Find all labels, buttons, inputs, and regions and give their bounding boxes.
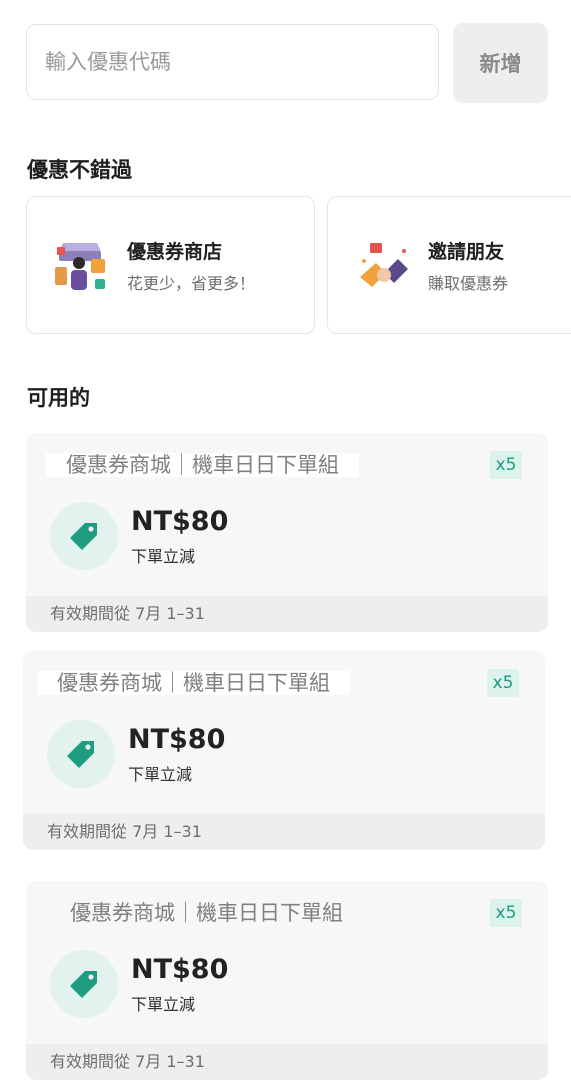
coupon-card[interactable]: 優惠券商城｜機車日日下單組 x5 NT$80 下單立減 有效期間從 7月 1–3… [23, 651, 545, 850]
coupon-card[interactable]: 優惠券商城｜機車日日下單組 x5 NT$80 下單立減 有效期間從 7月 1–3… [26, 433, 548, 632]
promo-code-input[interactable] [26, 24, 439, 100]
promo-card-subtitle: 花更少，省更多！ [127, 274, 256, 293]
promo-card-invite-friends[interactable]: 邀請朋友 賺取優惠券 [327, 196, 571, 334]
coupon-validity: 有效期間從 7月 1–31 [26, 596, 548, 632]
promo-card-title: 優惠券商店 [127, 241, 223, 263]
coupon-description: 下單立減 [128, 765, 193, 784]
coupon-title: 優惠券商城｜機車日日下單組 [37, 671, 350, 695]
price-tag-icon [70, 971, 97, 998]
coupon-card[interactable]: 優惠券商城｜機車日日下單組 x5 NT$80 下單立減 有效期間從 7月 1–3… [26, 881, 548, 1080]
promo-card-subtitle: 賺取優惠券 [428, 274, 509, 293]
quantity-badge: x5 [487, 669, 519, 697]
coupon-amount: NT$80 [128, 724, 226, 755]
coupon-title: 優惠券商城｜機車日日下單組 [70, 901, 343, 925]
promos-section-title: 優惠不錯過 [27, 158, 132, 182]
coupon-title: 優惠券商城｜機車日日下單組 [46, 453, 359, 477]
coupon-validity: 有效期間從 7月 1–31 [23, 814, 545, 850]
coupon-amount: NT$80 [131, 506, 229, 537]
invite-friends-icon [360, 243, 408, 287]
coupon-amount: NT$80 [131, 954, 229, 985]
coupon-description: 下單立減 [131, 547, 196, 566]
tag-icon-circle [50, 502, 118, 570]
price-tag-icon [67, 741, 94, 768]
quantity-badge: x5 [490, 899, 522, 927]
price-tag-icon [70, 523, 97, 550]
coupon-shop-icon [55, 243, 105, 290]
promo-code-row: 新增 [26, 23, 548, 103]
tag-icon-circle [50, 950, 118, 1018]
available-section-title: 可用的 [27, 386, 90, 410]
coupon-validity: 有效期間從 7月 1–31 [26, 1044, 548, 1080]
promo-card-coupon-shop[interactable]: 優惠券商店 花更少，省更多！ [26, 196, 315, 334]
tag-icon-circle [47, 720, 115, 788]
promo-card-title: 邀請朋友 [428, 241, 505, 263]
add-code-button[interactable]: 新增 [453, 23, 548, 103]
quantity-badge: x5 [490, 451, 522, 479]
coupon-description: 下單立減 [131, 995, 196, 1014]
